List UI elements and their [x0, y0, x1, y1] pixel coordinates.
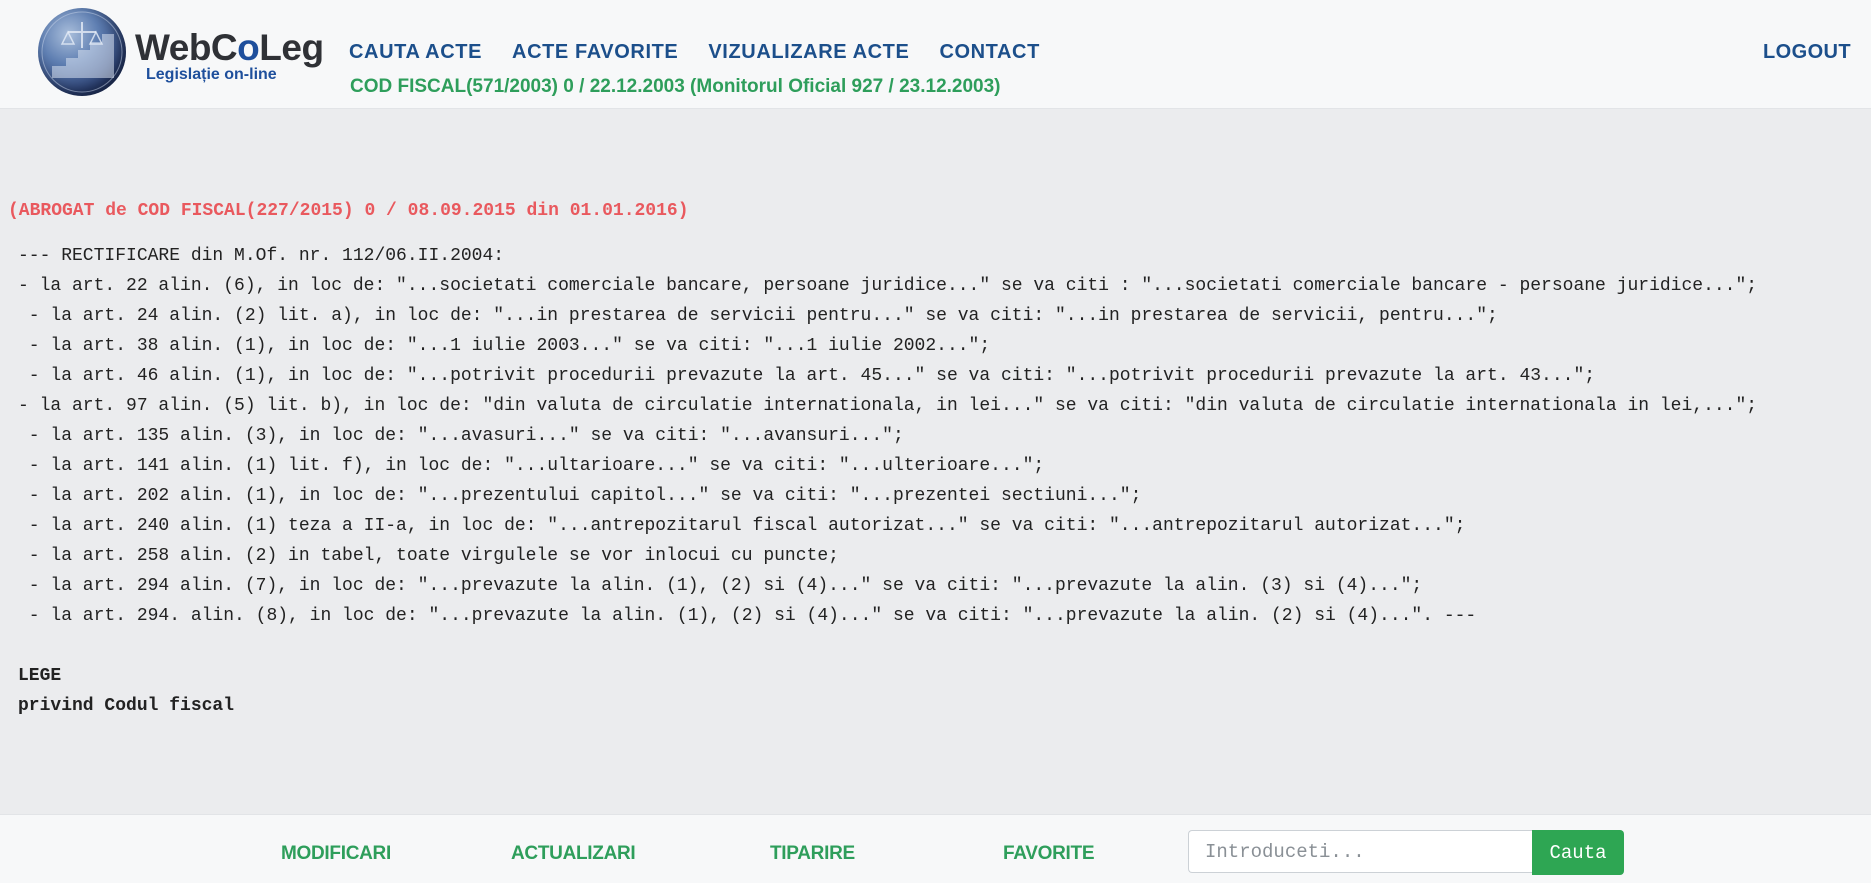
search-input[interactable]: [1188, 830, 1532, 873]
rectificare-item: - la art. 258 alin. (2) in tabel, toate …: [18, 546, 839, 566]
bottom-toolbar: MODIFICARI ACTUALIZARI TIPARIRE FAVORITE…: [0, 814, 1871, 883]
logo-subtitle: Legislație on-line: [146, 66, 277, 83]
search-button[interactable]: Cauta: [1532, 830, 1624, 875]
nav-vizualizare-acte[interactable]: VIZUALIZARE ACTE: [708, 40, 909, 64]
actualizari-link[interactable]: ACTUALIZARI: [511, 843, 636, 865]
nav-contact[interactable]: CONTACT: [939, 40, 1039, 64]
tiparire-link[interactable]: TIPARIRE: [770, 843, 855, 865]
logout-link[interactable]: LOGOUT: [1763, 40, 1851, 64]
rectificare-item: - la art. 24 alin. (2) lit. a), in loc d…: [18, 306, 1498, 326]
rectificare-item: - la art. 294. alin. (8), in loc de: "..…: [18, 606, 1477, 626]
rectificare-header: --- RECTIFICARE din M.Of. nr. 112/06.II.…: [18, 246, 505, 266]
rectificare-item: - la art. 38 alin. (1), in loc de: "...1…: [18, 336, 991, 356]
rectificare-item: - la art. 97 alin. (5) lit. b), in loc d…: [18, 396, 1758, 416]
rectificare-item: - la art. 294 alin. (7), in loc de: "...…: [18, 576, 1423, 596]
main-nav: CAUTA ACTE ACTE FAVORITE VIZUALIZARE ACT…: [349, 40, 1070, 64]
rectificare-item: - la art. 141 alin. (1) lit. f), in loc …: [18, 456, 1045, 476]
document-text: --- RECTIFICARE din M.Of. nr. 112/06.II.…: [18, 241, 1858, 721]
rectificare-item: - la art. 240 alin. (1) teza a II-a, in …: [18, 516, 1466, 536]
rectificare-item: - la art. 22 alin. (6), in loc de: "...s…: [18, 276, 1758, 296]
logo-wordmark: WebCoLeg: [135, 27, 324, 68]
modificari-link[interactable]: MODIFICARI: [281, 843, 391, 865]
document-viewer: (ABROGAT de COD FISCAL(227/2015) 0 / 08.…: [0, 108, 1871, 814]
abrogat-notice: (ABROGAT de COD FISCAL(227/2015) 0 / 08.…: [8, 201, 689, 221]
law-heading: LEGE: [18, 666, 62, 686]
nav-cauta-acte[interactable]: CAUTA ACTE: [349, 40, 482, 64]
rectificare-item: - la art. 202 alin. (1), in loc de: "...…: [18, 486, 1142, 506]
act-title: COD FISCAL(571/2003) 0 / 22.12.2003 (Mon…: [350, 76, 1001, 97]
nav-acte-favorite[interactable]: ACTE FAVORITE: [512, 40, 678, 64]
logo-globe-icon: [38, 8, 126, 96]
law-subheading: privind Codul fiscal: [18, 696, 235, 716]
webcoleg-logo[interactable]: WebCoLeg Legislație on-line: [38, 8, 324, 98]
top-header: WebCoLeg Legislație on-line CAUTA ACTE A…: [0, 0, 1871, 109]
favorite-link[interactable]: FAVORITE: [1003, 843, 1095, 865]
rectificare-item: - la art. 46 alin. (1), in loc de: "...p…: [18, 366, 1596, 386]
rectificare-item: - la art. 135 alin. (3), in loc de: "...…: [18, 426, 904, 446]
